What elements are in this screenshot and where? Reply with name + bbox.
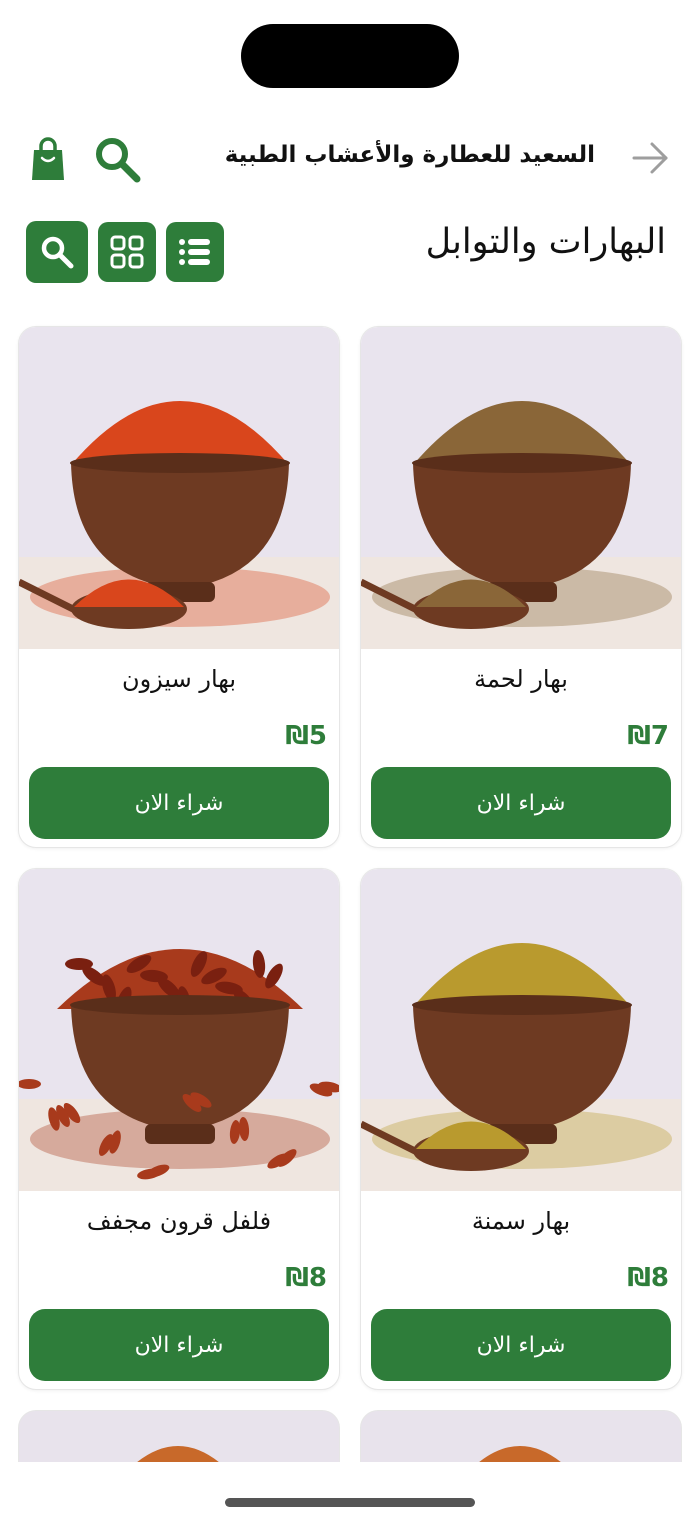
- search-icon[interactable]: [93, 135, 141, 183]
- home-indicator[interactable]: [225, 1498, 475, 1507]
- status-notch: [241, 24, 459, 88]
- product-price: ₪8: [285, 1263, 327, 1293]
- bottom-safe-area: [0, 1462, 700, 1522]
- product-card[interactable]: [360, 1410, 682, 1462]
- product-card[interactable]: بهار سيزون ₪5 شراء الان: [18, 326, 340, 848]
- category-title: البهارات والتوابل: [425, 222, 666, 262]
- store-title: السعيد للعطارة والأعشاب الطبية: [224, 142, 595, 168]
- product-price: ₪7: [627, 721, 669, 751]
- buy-now-button[interactable]: شراء الان: [29, 767, 329, 839]
- search-icon: [41, 236, 74, 269]
- product-image: [19, 869, 339, 1191]
- filter-search-button[interactable]: [26, 221, 88, 283]
- buy-now-button[interactable]: شراء الان: [371, 1309, 671, 1381]
- product-image: [361, 327, 681, 649]
- product-name: بهار لحمة: [474, 665, 568, 693]
- product-price: ₪8: [627, 1263, 669, 1293]
- top-app-bar: السعيد للعطارة والأعشاب الطبية: [0, 130, 700, 186]
- grid-view-icon: [110, 235, 144, 269]
- product-row-partial: [18, 1410, 682, 1462]
- product-card[interactable]: [18, 1410, 340, 1462]
- product-grid: بهار لحمة ₪7 شراء الان بهار سيزون ₪5 شرا…: [18, 326, 682, 1390]
- product-image: [19, 327, 339, 649]
- arrow-right-icon[interactable]: [630, 138, 670, 178]
- product-card[interactable]: بهار سمنة ₪8 شراء الان: [360, 868, 682, 1390]
- product-card[interactable]: بهار لحمة ₪7 شراء الان: [360, 326, 682, 848]
- product-card[interactable]: فلفل قرون مجفف ₪8 شراء الان: [18, 868, 340, 1390]
- product-name: فلفل قرون مجفف: [86, 1207, 272, 1235]
- product-name: بهار سمنة: [471, 1207, 571, 1235]
- buy-now-button[interactable]: شراء الان: [29, 1309, 329, 1381]
- product-image: [361, 869, 681, 1191]
- shopping-bag-icon[interactable]: [30, 136, 66, 182]
- grid-view-button[interactable]: [98, 222, 156, 282]
- buy-now-button[interactable]: شراء الان: [371, 767, 671, 839]
- list-view-button[interactable]: [166, 222, 224, 282]
- product-image: [479, 1446, 561, 1462]
- product-name: بهار سيزون: [121, 665, 237, 693]
- list-view-icon: [179, 239, 210, 265]
- product-image: [137, 1446, 219, 1462]
- product-price: ₪5: [285, 721, 327, 751]
